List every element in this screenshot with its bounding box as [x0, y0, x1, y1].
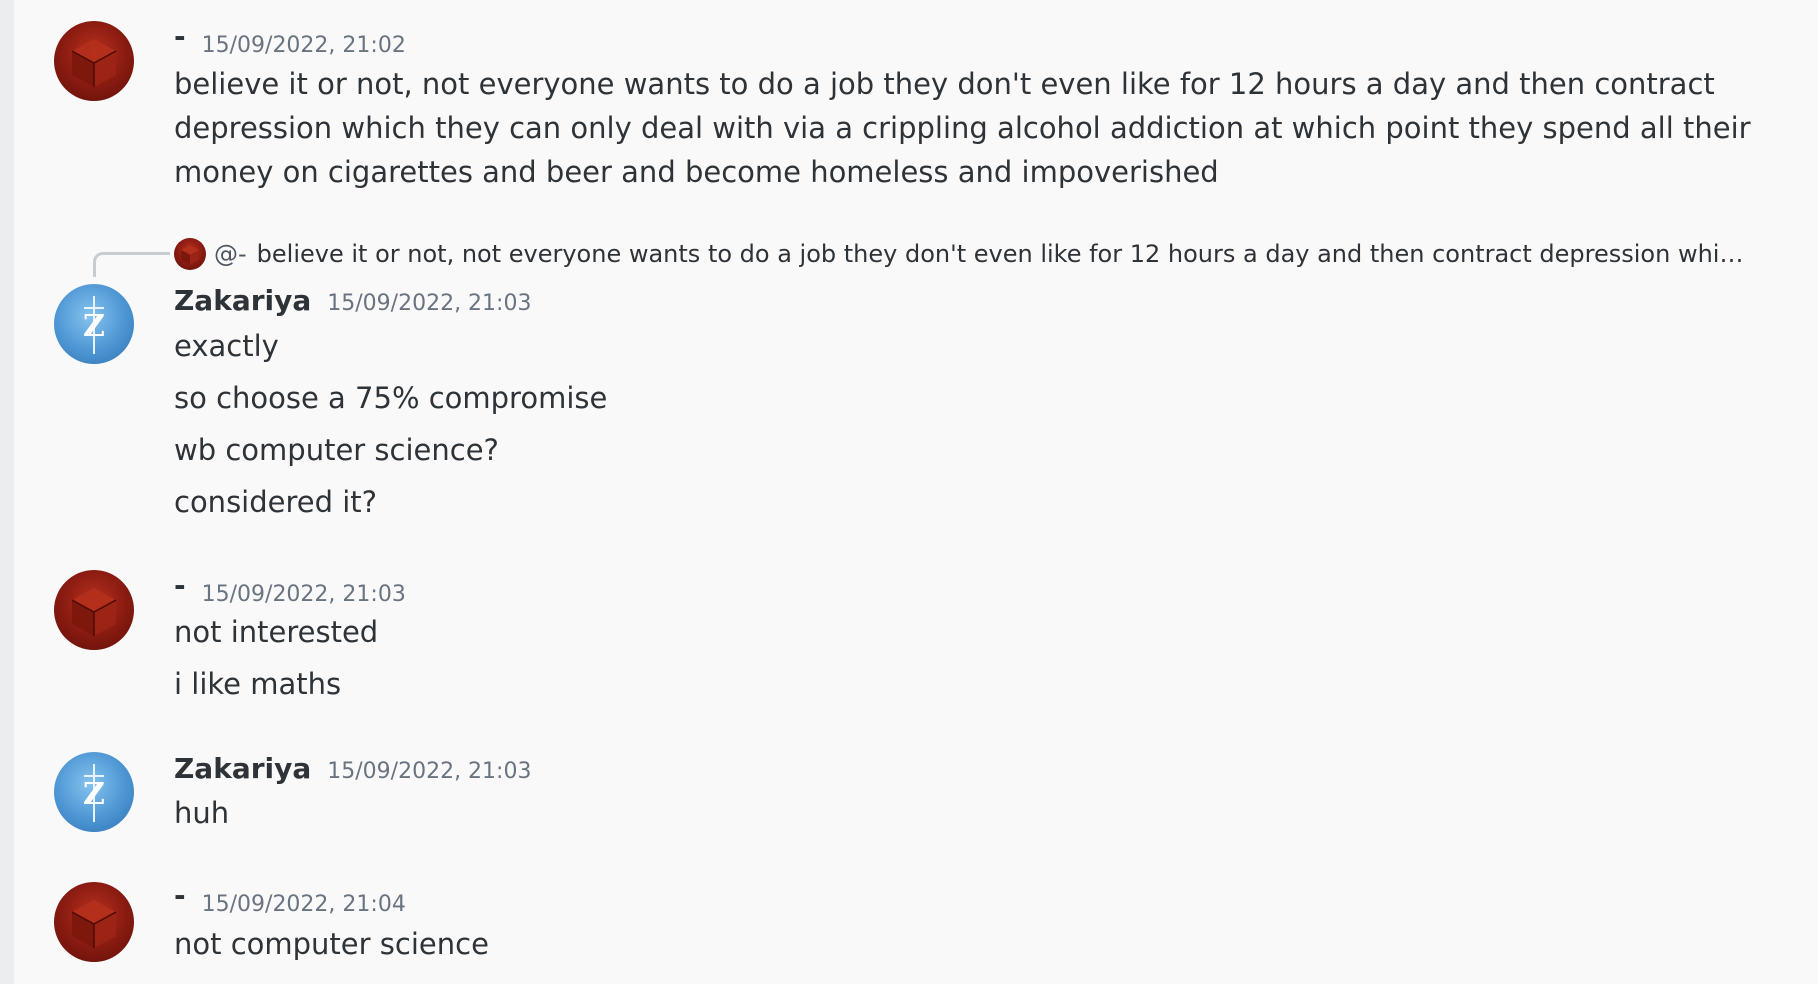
chat-messages: - 15/09/2022, 21:02 believe it or not, n… [14, 0, 1818, 984]
red-cube-avatar-icon[interactable] [54, 882, 134, 962]
app-window: - 15/09/2022, 21:02 believe it or not, n… [0, 0, 1818, 984]
left-rail [0, 0, 14, 984]
message-header: - 15/09/2022, 21:04 [174, 879, 406, 918]
username[interactable]: - [174, 879, 186, 912]
message-group: - 15/09/2022, 21:04 not computer science [14, 0, 1818, 984]
timestamp[interactable]: 15/09/2022, 21:04 [202, 892, 406, 917]
message-text: not computer science [174, 927, 489, 961]
